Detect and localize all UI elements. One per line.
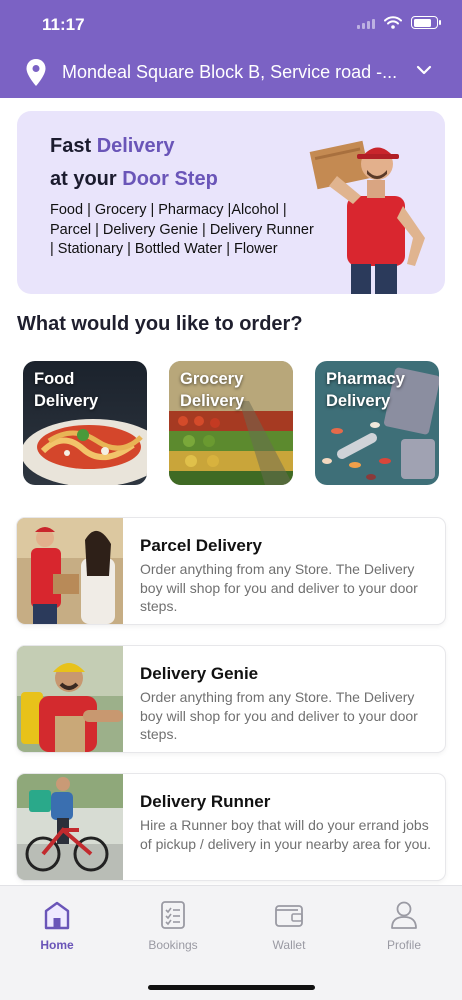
delivery-runner-image [17, 774, 123, 880]
food-delivery-label: Food Delivery [34, 370, 99, 410]
delivery-genie-card[interactable]: Delivery Genie Order anything from any S… [17, 646, 445, 752]
pharmacy-delivery-label: Pharmacy Delivery [326, 370, 405, 410]
delivery-genie-image [17, 646, 123, 752]
parcel-delivery-title: Parcel Delivery [140, 536, 262, 555]
grocery-delivery-label: Grocery Delivery [180, 370, 245, 410]
parcel-delivery-description: Order anything from any Store. The Deliv… [140, 561, 418, 614]
delivery-man-illustration [309, 140, 425, 294]
banner-title-line2: at your Door Step [50, 168, 218, 190]
nav-home-label: Home [40, 938, 74, 952]
parcel-delivery-image [17, 518, 123, 624]
delivery-runner-title: Delivery Runner [140, 792, 271, 811]
food-delivery-card[interactable]: Food Delivery [23, 361, 147, 485]
wifi-icon [384, 16, 402, 29]
battery-icon [411, 16, 441, 29]
promo-banner: Fast Delivery at your Door Step Food | G… [17, 111, 445, 294]
wallet-icon [275, 905, 303, 927]
pharmacy-delivery-card[interactable]: Pharmacy Delivery [315, 361, 439, 485]
bottom-navigation: Home Bookings Wallet Profile [0, 885, 462, 1000]
user-icon [391, 901, 417, 929]
status-time: 11:17 [42, 15, 85, 34]
app-header: 11:17 Mondeal Square Block B, Service ro… [0, 0, 462, 98]
nav-bookings-label: Bookings [148, 938, 198, 952]
checklist-icon [161, 901, 185, 929]
nav-wallet[interactable]: Wallet [244, 900, 334, 952]
nav-profile-label: Profile [386, 938, 421, 952]
delivery-genie-description: Order anything from any Store. The Deliv… [140, 689, 418, 742]
delivery-runner-card[interactable]: Delivery Runner Hire a Runner boy that w… [17, 774, 445, 880]
banner-title-line1: Fast Delivery [50, 135, 175, 157]
nav-bookings[interactable]: Bookings [128, 900, 218, 952]
parcel-delivery-card[interactable]: Parcel Delivery Order anything from any … [17, 518, 445, 624]
order-section-title: What would you like to order? [17, 313, 303, 335]
delivery-runner-description: Hire a Runner boy that will do your erra… [140, 817, 432, 852]
location-pin-icon [26, 59, 46, 86]
nav-home[interactable]: Home [12, 900, 102, 952]
nav-wallet-label: Wallet [272, 938, 306, 952]
cellular-signal-icon [357, 17, 375, 29]
home-icon [44, 901, 70, 930]
location-address: Mondeal Square Block B, Service road -..… [62, 62, 398, 82]
home-indicator [148, 985, 315, 990]
status-icons [357, 16, 441, 29]
nav-profile[interactable]: Profile [359, 900, 449, 952]
delivery-genie-title: Delivery Genie [140, 664, 259, 683]
location-selector[interactable]: Mondeal Square Block B, Service road -..… [0, 56, 462, 90]
grocery-delivery-card[interactable]: Grocery Delivery [169, 361, 293, 485]
banner-services-list: Food | Grocery | Pharmacy |Alcohol | Par… [50, 202, 314, 257]
chevron-down-icon[interactable] [416, 65, 432, 75]
